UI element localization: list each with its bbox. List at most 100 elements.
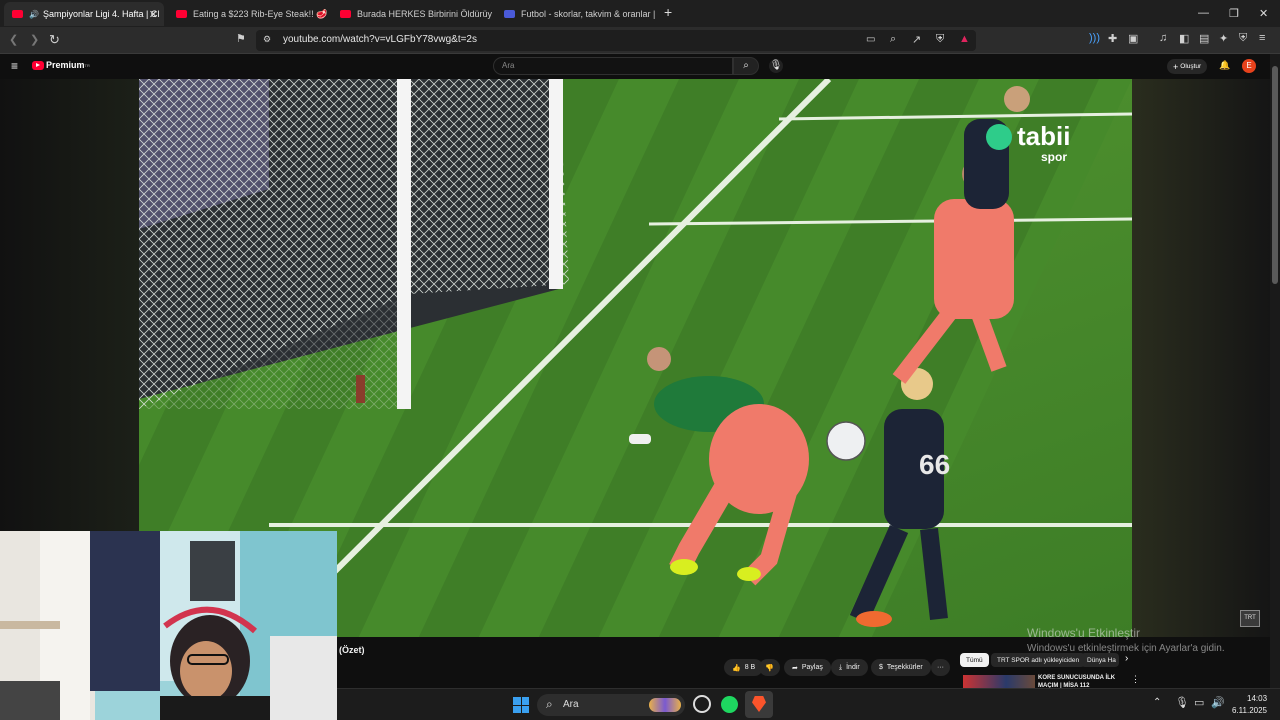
wallet-icon[interactable]: ▤	[1199, 32, 1209, 45]
back-icon[interactable]: ❮	[9, 33, 18, 46]
shirt-number: 66	[919, 449, 950, 480]
sidebar-icon[interactable]: ◧	[1179, 32, 1189, 45]
site-info-icon[interactable]: ⚙	[263, 34, 271, 45]
taskbar-search-label: Ara	[563, 699, 579, 710]
new-tab-button[interactable]: +	[664, 4, 672, 20]
thanks-label: Teşekkürler	[886, 664, 923, 671]
tab-item[interactable]: Futbol - skorlar, takvim & oranlar | So	[496, 2, 656, 26]
chips-next-icon[interactable]: ›	[1125, 653, 1128, 664]
notifications-bell-icon[interactable]: 🔔	[1219, 60, 1230, 71]
activation-watermark-title: Windows'u Etkinleştir	[1027, 626, 1140, 640]
minimize-button[interactable]: —	[1198, 7, 1209, 19]
media-icon[interactable]: ♫	[1159, 32, 1167, 44]
restore-button[interactable]: ❐	[1229, 7, 1239, 20]
right-background	[1132, 79, 1270, 637]
extensions-icon[interactable]: ✚	[1108, 32, 1117, 45]
tray-chevron-icon[interactable]: ⌃	[1153, 697, 1161, 708]
webcam-overlay	[0, 531, 337, 720]
youtube-favicon-icon	[176, 10, 187, 18]
player-pink-back	[934, 199, 1014, 319]
search-input[interactable]: Ara	[493, 57, 733, 75]
tray-volume-icon[interactable]: 🔊	[1211, 696, 1225, 709]
dislike-button[interactable]: 👎	[759, 659, 780, 676]
clock-time[interactable]: 14:03	[1247, 694, 1267, 703]
page-scrollbar[interactable]	[1270, 54, 1280, 688]
youtube-header: ≡ Premium TR Ara ⌕ 🎙 + Oluştur 🔔 E	[0, 54, 1270, 79]
menu-icon[interactable]: ≡	[1259, 32, 1265, 44]
url-text: youtube.com/watch?v=vLGFbY78vwg&t=2s	[283, 34, 477, 45]
chip-world[interactable]: Dünya Ha	[1081, 653, 1119, 667]
create-button[interactable]: + Oluştur	[1167, 59, 1208, 74]
reload-icon[interactable]: ↻	[49, 32, 60, 48]
taskbar-search-icon: ⌕	[546, 697, 553, 711]
copilot-icon[interactable]	[693, 695, 711, 713]
shield-icon[interactable]: ⛨	[936, 33, 944, 46]
webcam-frame	[0, 531, 337, 720]
tab-active[interactable]: 🔊 Şampiyonlar Ligi 4. Hafta | Cl ✕	[4, 2, 164, 26]
more-actions-button[interactable]: ···	[931, 659, 950, 676]
download-icon: ⤓	[839, 663, 843, 671]
youtube-play-icon	[32, 60, 44, 70]
audio-playing-icon[interactable]: )))	[1089, 32, 1100, 44]
browser-tab-strip: 🔊 Şampiyonlar Ligi 4. Hafta | Cl ✕ Eatin…	[0, 0, 1280, 27]
thumbs-down-icon: 👎	[765, 664, 774, 672]
thanks-button[interactable]: $ Teşekkürler	[871, 659, 931, 676]
youtube-favicon-icon	[12, 10, 23, 18]
cast-icon[interactable]: ▭	[866, 34, 875, 45]
tray-mic-icon[interactable]: 🎙	[1175, 696, 1189, 709]
brave-icon	[752, 696, 766, 712]
avatar[interactable]: E	[1242, 59, 1256, 73]
thanks-icon: $	[879, 664, 883, 671]
browser-toolbar: ❮ ❯ ↻ ⚑ ⚙ youtube.com/watch?v=vLGFbY78vw…	[0, 27, 1280, 54]
broadcaster-logo: tabii	[1017, 121, 1070, 151]
search-button[interactable]: ⌕	[733, 57, 759, 75]
tab-item[interactable]: Burada HERKES Birbirini Öldürüyor! ·	[332, 2, 492, 26]
share-arrow-icon: ➦	[792, 664, 798, 672]
mic-icon[interactable]: 🎙	[769, 59, 783, 73]
share-label: Paylaş	[801, 664, 823, 671]
like-button[interactable]: 👍 8 B	[724, 659, 764, 676]
clock-date[interactable]: 6.11.2025	[1232, 706, 1267, 715]
share-button[interactable]: ➦ Paylaş	[784, 659, 831, 676]
vpn-icon[interactable]: ⛨	[1239, 32, 1247, 45]
chip-uploader[interactable]: TRT SPOR adlı yükleyiciden	[991, 653, 1086, 667]
taskbar-search[interactable]: ⌕ Ara	[537, 694, 685, 716]
windows-start-icon[interactable]	[513, 697, 529, 713]
rewards-icon[interactable]: ▲	[959, 33, 970, 45]
tab-title: Burada HERKES Birbirini Öldürüyor! ·	[357, 9, 492, 19]
recommended-thumbnail[interactable]	[963, 675, 1035, 688]
goal-post-left	[397, 79, 411, 409]
search-highlight-icon	[649, 698, 681, 712]
logo-region: TR	[84, 62, 90, 68]
recommended-title[interactable]: KORE SUNUCUSUNDA İLK	[1038, 675, 1115, 681]
download-button[interactable]: ⤓ İndir	[831, 659, 868, 676]
leo-ai-icon[interactable]: ✦	[1219, 32, 1228, 45]
tab-title: Futbol - skorlar, takvim & oranlar | So	[521, 9, 656, 19]
brave-taskbar-button[interactable]	[745, 691, 773, 718]
tray-display-icon[interactable]: ▭	[1194, 696, 1204, 709]
tab-item[interactable]: Eating a $223 Rib-Eye Steak!! 🥩 (w/	[168, 2, 328, 26]
thumbs-up-icon: 👍	[732, 664, 741, 672]
youtube-logo[interactable]: Premium TR	[32, 60, 90, 70]
trt-badge: TRT	[1240, 610, 1260, 627]
recommended-more-icon[interactable]: ⋮	[1131, 674, 1140, 685]
hamburger-menu-icon[interactable]: ≡	[11, 59, 18, 73]
football	[826, 421, 866, 461]
forward-icon[interactable]: ❯	[30, 33, 39, 46]
close-window-button[interactable]: ✕	[1259, 7, 1268, 20]
left-background	[0, 79, 139, 531]
like-count: 8 B	[744, 664, 756, 671]
share-icon[interactable]: ↗	[912, 33, 921, 46]
speaker-icon: 🔊	[29, 9, 39, 19]
chip-all[interactable]: Tümü	[960, 653, 989, 667]
scrollbar-thumb[interactable]	[1272, 66, 1278, 284]
tab-close-icon[interactable]: ✕	[149, 8, 158, 21]
bookmark-icon[interactable]: ⚑	[236, 32, 246, 45]
screenshot-icon[interactable]: ▣	[1128, 32, 1138, 45]
spotify-icon[interactable]	[721, 696, 738, 713]
search-placeholder: Ara	[502, 61, 515, 70]
broadcaster-sub: spor	[1041, 150, 1067, 164]
address-bar[interactable]: ⚙ youtube.com/watch?v=vLGFbY78vwg&t=2s ▭…	[256, 30, 976, 51]
zoom-icon[interactable]: ⌕	[890, 33, 896, 46]
sofascore-favicon-icon	[504, 10, 515, 18]
